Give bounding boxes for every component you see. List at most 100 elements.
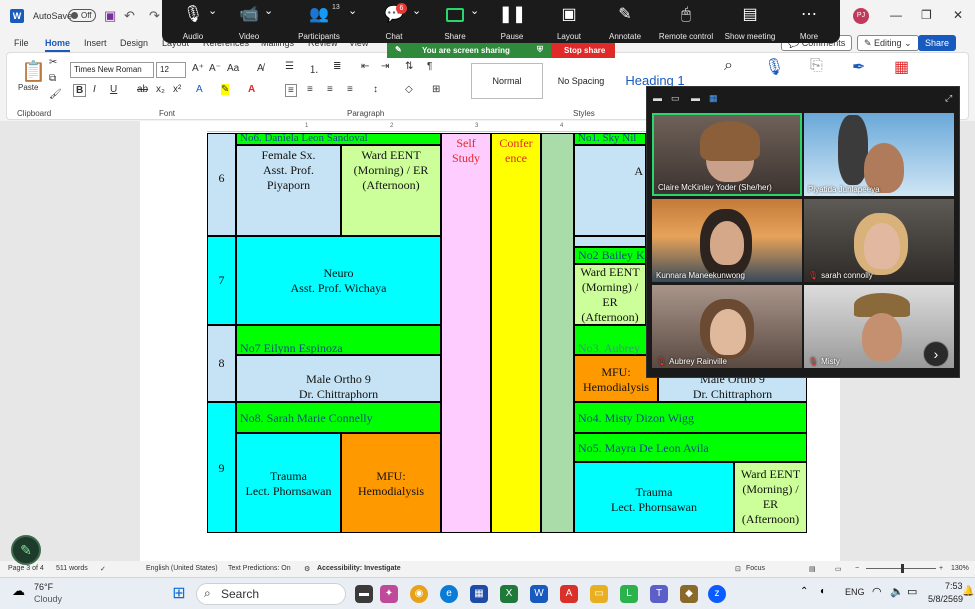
battery-icon[interactable]: ▭ [907,585,917,598]
copilot-icon[interactable]: ✦ [380,585,398,603]
justify-icon[interactable]: ≡ [347,84,353,95]
editing-mode-button[interactable]: ✎ Editing ⌄ [857,35,919,51]
proofing-icon[interactable]: ✓ [100,565,106,573]
align-center-icon[interactable]: ≡ [307,84,313,95]
remote-control-button[interactable]: 🖱 Remote control [658,4,714,41]
autosave-toggle[interactable]: Off [68,9,96,22]
redo-icon[interactable]: ↷ [149,8,160,24]
italic-icon[interactable]: I [93,84,96,95]
highlight-icon[interactable]: ✎ [221,84,230,95]
task-view-icon[interactable]: ▬ [355,585,373,603]
align-right-icon[interactable]: ≡ [327,84,333,95]
undo-icon[interactable]: ↶ [124,8,135,24]
windows-start-icon[interactable]: ⊞ [170,585,188,603]
shading-icon[interactable]: ◇ [405,84,413,95]
more-button[interactable]: ⋯ More [796,4,822,41]
volume-icon[interactable]: 🔈 [890,585,904,598]
line-icon[interactable]: L [620,585,638,603]
stop-share-button[interactable]: Stop share [551,43,615,58]
addins-icon[interactable]: ▦ [894,57,909,77]
increase-indent-icon[interactable]: ⇥ [381,61,389,72]
paste-icon[interactable]: 📋 [21,59,46,84]
video-tile[interactable]: 🎙 sarah connolly [804,199,954,282]
chrome-icon[interactable]: ◉ [410,585,428,603]
pin-icon[interactable]: ✎ [395,45,402,54]
sort-icon[interactable]: ⇅ [405,61,413,72]
wifi-icon[interactable]: ◠ [872,585,882,598]
font-size-select[interactable]: 12 [156,62,186,78]
app-icon[interactable]: ◆ [680,585,698,603]
file-explorer-icon[interactable]: ▭ [590,585,608,603]
tab-home[interactable]: Home [45,38,71,52]
chat-options-chevron-icon[interactable]: ⌄ [412,4,421,17]
bold-icon[interactable]: B [73,84,87,97]
format-painter-icon[interactable]: 🖌 [49,89,62,100]
clock-time[interactable]: 7:53 [945,581,963,591]
grow-font-icon[interactable]: A⁺ [192,63,204,74]
sensitivity-icon[interactable]: ⎘ [810,57,823,75]
bullets-icon[interactable]: ☰ [285,61,294,72]
audio-options-chevron-icon[interactable]: ⌄ [208,4,217,17]
excel-icon[interactable]: X [500,585,518,603]
align-left-icon[interactable]: ≡ [285,84,297,97]
next-page-chevron-icon[interactable]: › [923,341,949,367]
style-no-spacing[interactable]: No Spacing [545,63,617,99]
expand-gallery-icon[interactable]: ⤢ [945,93,952,104]
word-icon[interactable]: W [530,585,548,603]
video-tile[interactable]: Piyatida Junlapeeya [804,113,954,196]
audio-button[interactable]: 🎙 Audio [180,4,206,41]
user-avatar[interactable]: PJ [853,8,869,24]
page-indicator[interactable]: Page 3 of 4 [8,565,44,572]
save-icon[interactable]: ▣ [104,8,116,24]
close-icon[interactable]: ✕ [953,8,963,22]
tray-app-icon[interactable]: ◐ [820,586,826,597]
clear-formatting-icon[interactable]: A̸ [257,63,264,74]
find-icon[interactable]: ⌕ [724,57,733,75]
show-paragraph-marks-icon[interactable]: ¶ [427,61,432,72]
clock-date[interactable]: 5/8/2569 [928,594,963,604]
print-layout-icon[interactable]: ▤ [809,565,816,573]
superscript-icon[interactable]: x² [173,84,181,95]
focus-icon[interactable]: ⊡ [735,565,741,573]
style-normal[interactable]: Normal [471,63,543,99]
font-name-select[interactable]: Times New Roman [70,62,154,78]
subscript-icon[interactable]: x₂ [156,84,165,95]
text-predictions-status[interactable]: Text Predictions: On [228,565,291,572]
grid-view-icon[interactable]: ▦ [709,93,718,104]
input-language[interactable]: ENG [845,587,865,597]
multilevel-list-icon[interactable]: ≣ [333,61,341,72]
share-button[interactable]: Share [918,35,957,51]
video-tile[interactable]: Kunnara Maneekunwong [652,199,802,282]
copy-icon[interactable]: ⧉ [49,73,56,84]
text-effects-icon[interactable]: A [196,84,203,95]
video-button[interactable]: 📹 Video [234,4,264,41]
focus-mode-button[interactable]: Focus [746,565,765,572]
share-screen-button[interactable]: Share [442,4,468,41]
numbering-icon[interactable]: ⒈ [309,61,319,76]
weather-description[interactable]: Cloudy [34,594,62,604]
cut-icon[interactable]: ✂ [49,57,57,68]
web-layout-icon[interactable]: ▭ [835,565,842,573]
restore-icon[interactable]: ❐ [921,8,932,22]
taskbar-search[interactable]: ⌕ Search [196,583,346,605]
video-options-chevron-icon[interactable]: ⌄ [264,4,273,17]
dictate-microphone-icon[interactable]: 🎙 [764,57,784,77]
zoom-out-icon[interactable]: − [855,565,859,572]
language-status[interactable]: English (United States) [146,565,218,572]
tab-insert[interactable]: Insert [84,38,107,48]
shrink-font-icon[interactable]: A⁻ [209,63,221,74]
layout-button[interactable]: ▣ Layout [555,4,583,41]
video-tile[interactable]: 🎙 Aubrey Rainville [652,285,802,368]
speaker-view-icon[interactable]: ▬ [691,93,700,103]
change-case-icon[interactable]: Aa [227,63,239,74]
tray-overflow-icon[interactable]: ⌃ [800,586,808,597]
weather-temperature[interactable]: 76°F [34,582,53,592]
editor-icon[interactable]: ✒ [852,57,865,77]
accessibility-status[interactable]: Accessibility: Investigate [317,565,401,572]
pause-share-button[interactable]: ❚❚ Pause [499,4,526,41]
teams-icon[interactable]: T [650,585,668,603]
line-spacing-icon[interactable]: ↕ [373,84,378,95]
gallery-view-option-icon[interactable]: ▭ [671,93,680,104]
show-meeting-button[interactable]: ▤ Show meeting [724,4,776,41]
video-tile[interactable]: Claire McKinley Yoder (She/her) [652,113,802,196]
